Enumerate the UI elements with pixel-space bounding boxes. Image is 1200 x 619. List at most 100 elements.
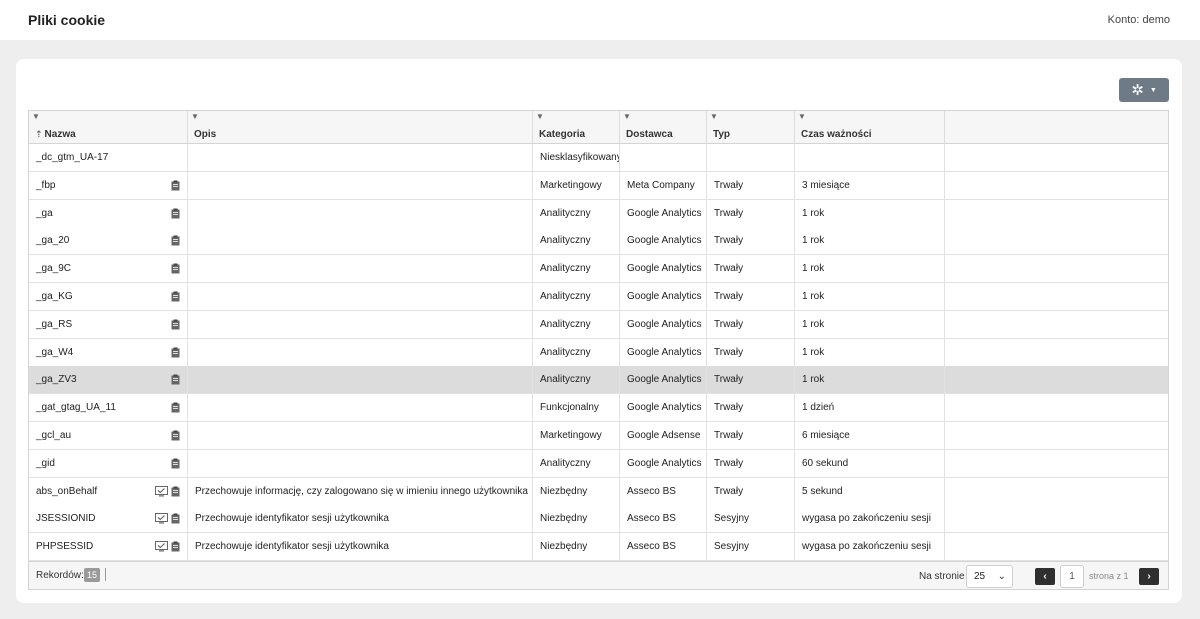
- table-row[interactable]: _ga Analityczny Google Analytics Trwały 1 ro…: [29, 199, 1168, 228]
- cell-category: Analityczny: [533, 310, 620, 338]
- tools-menu-button[interactable]: ✲ ▼: [1119, 78, 1169, 102]
- records-count-badge: 15: [84, 568, 101, 582]
- clipboard-icon[interactable]: [171, 319, 180, 330]
- cell-category: Analityczny: [533, 283, 620, 310]
- table-row[interactable]: JSESSIONID Przechowuje identyfikator sesj…: [29, 505, 1168, 534]
- clipboard-icon[interactable]: [171, 486, 180, 497]
- row-actions: [171, 401, 180, 414]
- table-row[interactable]: _gid Analityczny Google Analytics Trwały 60 …: [29, 449, 1168, 478]
- filter-icon[interactable]: ▼: [623, 113, 631, 121]
- cell-provider: Google Analytics: [620, 310, 707, 338]
- account-label[interactable]: Konto: demo: [1108, 14, 1170, 26]
- cell-category: Marketingowy: [533, 422, 620, 449]
- filter-icon[interactable]: ▼: [536, 113, 544, 121]
- cell-text: Niezbędny: [540, 485, 588, 497]
- column-header-expiry[interactable]: ▼ Czas ważności: [795, 111, 945, 143]
- filter-icon[interactable]: ▼: [32, 113, 40, 121]
- table-row[interactable]: _ga_20 Analityczny Google Analytics Trwały 1…: [29, 227, 1168, 256]
- cell-description: [188, 366, 533, 394]
- cell-type: Trwały: [707, 199, 795, 227]
- column-label-category: Kategoria: [539, 129, 585, 140]
- column-header-type[interactable]: ▼ Typ: [707, 111, 795, 143]
- cell-text: Sesyjny: [714, 513, 750, 525]
- cell-description: Przechowuje identyfikator sesji użytkown…: [188, 533, 533, 561]
- cell-text: Trwały: [714, 207, 744, 219]
- cell-expiry: 3 miesiące: [795, 171, 945, 199]
- prev-page-button[interactable]: ‹: [1035, 568, 1055, 585]
- clipboard-icon[interactable]: [171, 458, 180, 469]
- cell-text: abs_onBehalf: [36, 485, 98, 497]
- cell-text: _dc_gtm_UA-17: [36, 152, 109, 163]
- table-row[interactable]: _dc_gtm_UA-17 Niesklasyfikowany: [29, 144, 1168, 172]
- column-title: Kategoria: [539, 129, 586, 140]
- table-row[interactable]: _ga_RS Analityczny Google Analytics Trwały 1…: [29, 310, 1168, 339]
- cell-text: Trwały: [714, 235, 744, 247]
- chevron-left-icon: ‹: [1043, 571, 1047, 582]
- table-row[interactable]: _ga_W4 Analityczny Google Analytics Trwały 1…: [29, 338, 1168, 367]
- table-row[interactable]: _ga_KG Analityczny Google Analytics Trwały 1…: [29, 283, 1168, 311]
- table-row[interactable]: abs_onBehalf Przechowuje informację, czy …: [29, 477, 1168, 506]
- cell-description: Przechowuje identyfikator sesji użytkown…: [188, 505, 533, 533]
- column-header-name[interactable]: ▼ ⇡ Nazwa: [29, 111, 188, 143]
- sort-asc-icon: ⇡: [35, 129, 43, 139]
- cell-text: 1 dzień: [802, 402, 835, 414]
- row-actions: [171, 318, 180, 331]
- filter-icon[interactable]: ▼: [191, 113, 199, 121]
- clipboard-icon[interactable]: [171, 541, 180, 552]
- next-page-button[interactable]: ›: [1139, 568, 1159, 585]
- row-actions: [171, 262, 180, 275]
- column-header-description[interactable]: ▼ Opis: [188, 111, 533, 143]
- clipboard-icon[interactable]: [171, 513, 180, 524]
- filter-icon[interactable]: ▼: [710, 113, 718, 121]
- cell-type: [707, 144, 795, 171]
- cell-text: Asseco BS: [627, 485, 676, 497]
- cell-text: _ga: [36, 207, 53, 219]
- clipboard-icon[interactable]: [171, 208, 180, 219]
- per-page-value: 25: [974, 571, 986, 582]
- cell-description: [188, 283, 533, 310]
- clipboard-icon[interactable]: [171, 180, 180, 191]
- cell-text: _ga_20: [36, 235, 70, 247]
- cell-text: Google Analytics: [627, 402, 702, 414]
- cell-description: [188, 310, 533, 338]
- table-row[interactable]: _ga_ZV3 Analityczny Google Analytics Trwały…: [29, 366, 1168, 395]
- cell-provider: Google Analytics: [620, 394, 707, 422]
- column-title: Opis: [194, 129, 217, 140]
- clipboard-icon[interactable]: [171, 402, 180, 413]
- column-header-provider[interactable]: ▼ Dostawca: [620, 111, 707, 143]
- clipboard-icon[interactable]: [171, 347, 180, 358]
- clipboard-icon[interactable]: [171, 291, 180, 302]
- cell-name: _ga_KG: [29, 283, 188, 310]
- clipboard-icon[interactable]: [171, 374, 180, 385]
- cell-text: 1 rok: [802, 235, 825, 247]
- cell-provider: Google Analytics: [620, 366, 707, 394]
- cell-text: 1 rok: [802, 263, 825, 275]
- column-header-category[interactable]: ▼ Kategoria: [533, 111, 620, 143]
- table-row[interactable]: _gcl_au Marketingowy Google Adsense Trwały 6…: [29, 422, 1168, 450]
- cell-text: Asseco BS: [627, 513, 676, 525]
- cell-text: _ga_W4: [36, 346, 74, 358]
- table-row[interactable]: _ga_9C Analityczny Google Analytics Trwały 1…: [29, 255, 1168, 284]
- cell-expiry: 1 rok: [795, 227, 945, 255]
- cell-description: [188, 449, 533, 477]
- cell-expiry: 6 miesiące: [795, 422, 945, 449]
- column-title: Typ: [713, 129, 731, 140]
- monitor-check-icon[interactable]: [155, 513, 168, 524]
- cell-text: 1 rok: [802, 207, 825, 219]
- clipboard-icon[interactable]: [171, 430, 180, 441]
- row-actions: [171, 346, 180, 359]
- monitor-check-icon[interactable]: [155, 541, 168, 552]
- page-number-input[interactable]: 1: [1060, 565, 1084, 588]
- cell-text: _gcl_au: [36, 430, 72, 441]
- table-row[interactable]: PHPSESSID Przechowuje identyfikator sesji…: [29, 533, 1168, 562]
- per-page-select[interactable]: 25 ⌄: [966, 565, 1013, 588]
- clipboard-icon[interactable]: [171, 263, 180, 274]
- clipboard-icon[interactable]: [171, 235, 180, 246]
- monitor-check-icon[interactable]: [155, 485, 168, 497]
- row-actions: [171, 179, 180, 192]
- filter-icon[interactable]: ▼: [798, 113, 806, 121]
- cell-provider: Google Analytics: [620, 199, 707, 227]
- cell-name: _gid: [29, 449, 188, 477]
- table-row[interactable]: _fbp Marketingowy Meta Company Trwały 3 mies…: [29, 171, 1168, 200]
- table-row[interactable]: _gat_gtag_UA_11 Funkcjonalny Google Analyt…: [29, 394, 1168, 423]
